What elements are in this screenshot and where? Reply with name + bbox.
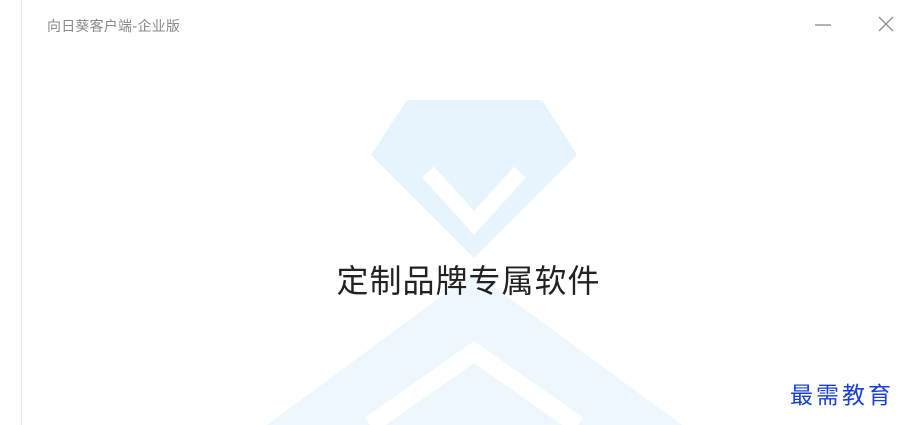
title-bar[interactable]: 向日葵客户端-企业版: [22, 0, 914, 50]
window-title: 向日葵客户端-企业版: [47, 19, 181, 35]
watermark-text: 最需教育: [790, 383, 894, 409]
screen: 向日葵客户端-企业版 定制品牌专属软件 最需教育: [0, 0, 914, 425]
brand-logo-background: [267, 100, 682, 425]
close-icon: [878, 16, 894, 32]
minimize-button[interactable]: [808, 9, 838, 39]
minimize-icon: [815, 24, 831, 26]
close-button[interactable]: [871, 9, 901, 39]
splash-slogan: 定制品牌专属软件: [336, 262, 601, 300]
app-window: 向日葵客户端-企业版 定制品牌专属软件: [21, 0, 914, 425]
